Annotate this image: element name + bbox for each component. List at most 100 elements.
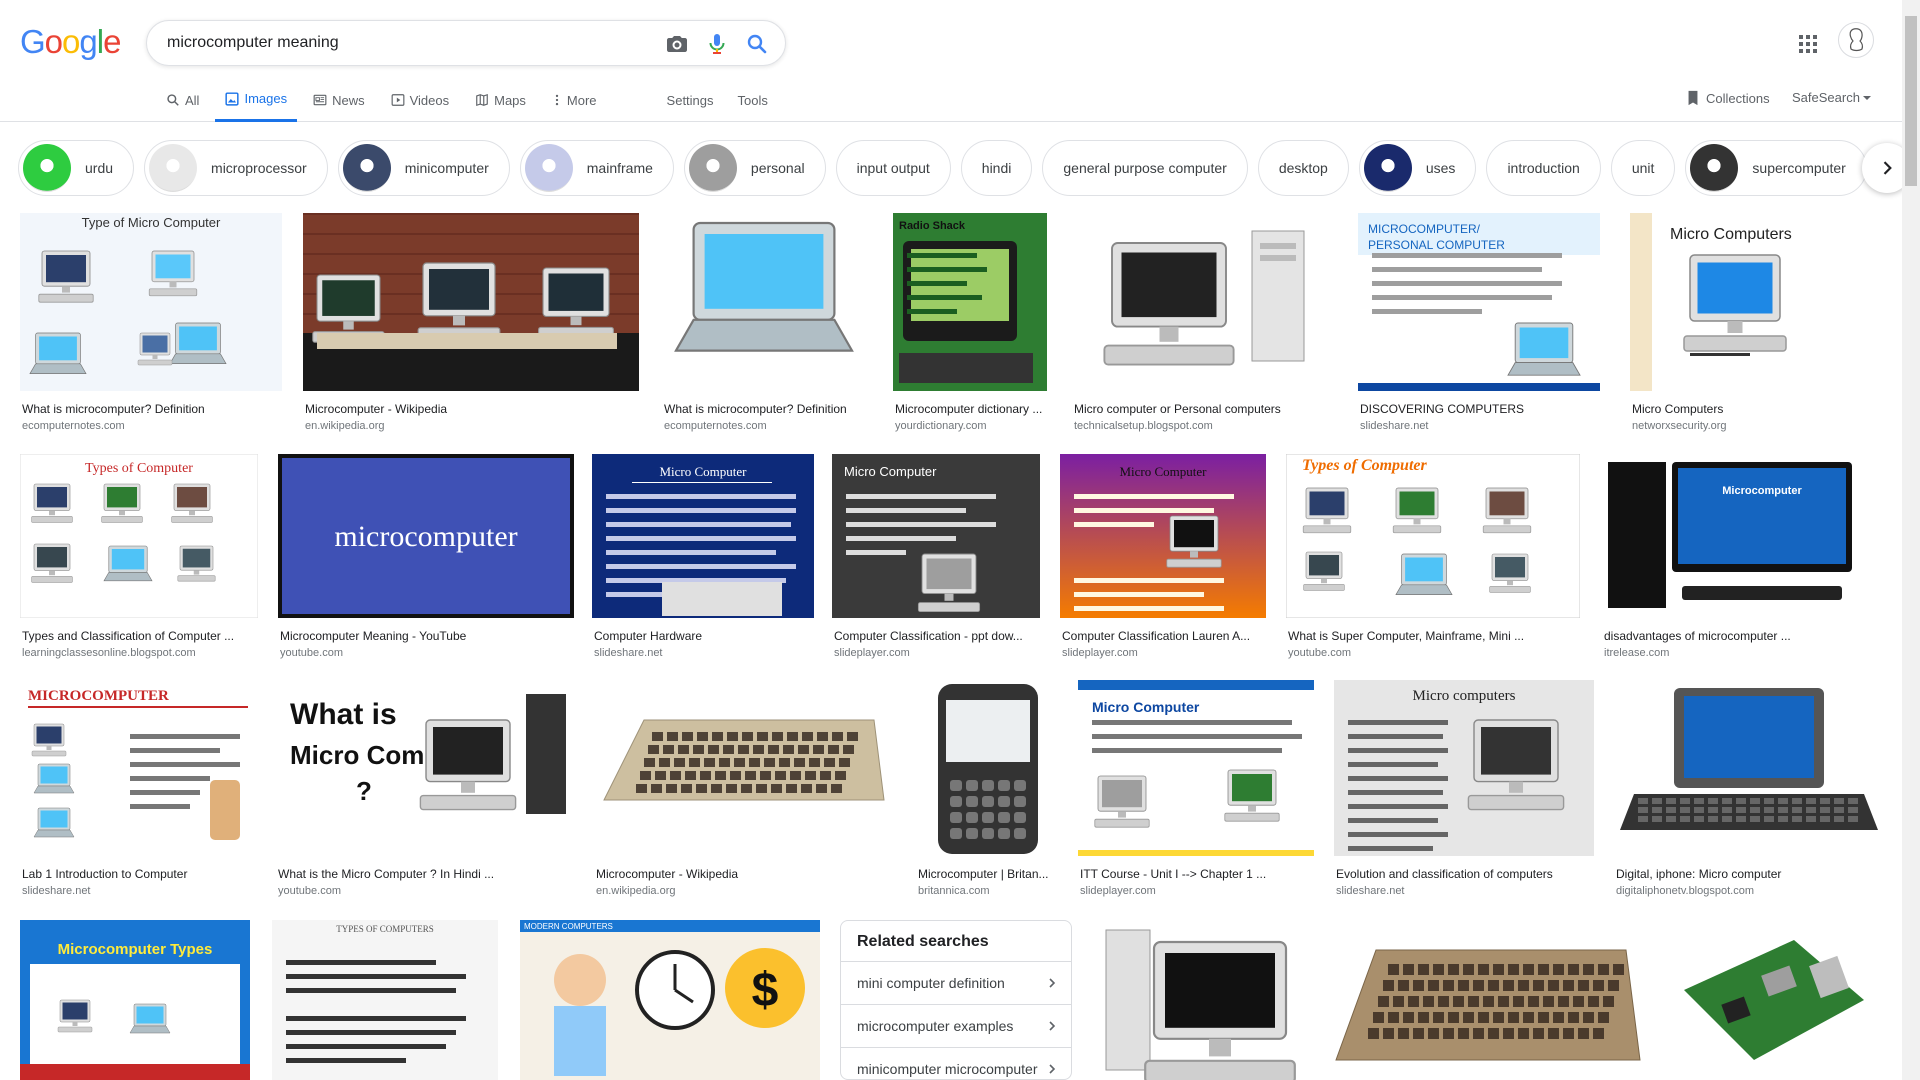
result-source[interactable]: slideshare.net: [1336, 884, 1405, 898]
chip-desktop[interactable]: desktop: [1257, 140, 1349, 196]
result-source[interactable]: learningclassesonline.blogspot.com: [22, 646, 196, 660]
image-thumbnail[interactable]: MODERN COMPUTERS $: [520, 920, 820, 1080]
result-source[interactable]: networxsecurity.org: [1632, 419, 1727, 433]
settings-link[interactable]: Settings: [667, 84, 714, 116]
related-search-item[interactable]: minicomputer microcomputer: [841, 1047, 1071, 1079]
search-input[interactable]: [167, 31, 627, 55]
result-source[interactable]: britannica.com: [918, 884, 990, 898]
result-title[interactable]: What is microcomputer? Definition: [664, 401, 868, 417]
image-thumbnail[interactable]: Micro Computers: [1630, 213, 1880, 391]
collections-link[interactable]: Collections: [1686, 90, 1770, 106]
result-title[interactable]: Microcomputer - Wikipedia: [305, 401, 637, 417]
result-title[interactable]: What is the Micro Computer ? In Hindi ..…: [278, 866, 572, 882]
image-thumbnail[interactable]: [1326, 920, 1644, 1080]
image-thumbnail[interactable]: [916, 680, 1060, 856]
result-title[interactable]: Types and Classification of Computer ...: [22, 628, 256, 644]
image-thumbnail[interactable]: Type of Micro Computer: [20, 213, 282, 391]
result-source[interactable]: slideshare.net: [22, 884, 91, 898]
result-title[interactable]: Microcomputer | Britan...: [918, 866, 1058, 882]
result-source[interactable]: slideshare.net: [594, 646, 663, 660]
image-thumbnail[interactable]: MICROCOMPUTER: [20, 680, 256, 856]
image-thumbnail[interactable]: [303, 213, 639, 391]
tab-images[interactable]: Images: [215, 84, 298, 122]
tab-news[interactable]: News: [313, 84, 365, 116]
tab-more[interactable]: More: [552, 84, 597, 116]
image-thumbnail[interactable]: [1094, 920, 1306, 1080]
chip-urdu[interactable]: urdu: [18, 140, 135, 196]
scrollbar-thumb[interactable]: [1905, 16, 1917, 186]
chip-introduction[interactable]: introduction: [1486, 140, 1601, 196]
avatar[interactable]: [1838, 22, 1874, 58]
image-thumbnail[interactable]: Micro Computer: [832, 454, 1040, 618]
chip-minicomputer[interactable]: minicomputer: [337, 140, 510, 196]
image-thumbnail[interactable]: Micro Computer: [592, 454, 814, 618]
result-title[interactable]: Digital, iphone: Micro computer: [1616, 866, 1878, 882]
google-logo[interactable]: Google: [20, 24, 121, 60]
page-scrollbar[interactable]: [1902, 0, 1920, 1080]
image-thumbnail[interactable]: Types of Computer: [20, 454, 258, 618]
chip-input-output[interactable]: input output: [835, 140, 951, 196]
result-title[interactable]: Micro computer or Personal computers: [1074, 401, 1332, 417]
tab-all[interactable]: All: [166, 84, 199, 116]
image-thumbnail[interactable]: [662, 213, 870, 391]
chip-general-purpose-computer[interactable]: general purpose computer: [1042, 140, 1248, 196]
image-thumbnail[interactable]: Types of Computer: [1286, 454, 1580, 618]
related-search-item[interactable]: microcomputer examples: [841, 1004, 1071, 1047]
image-thumbnail[interactable]: Radio Shack: [893, 213, 1047, 391]
result-title[interactable]: Microcomputer - Wikipedia: [596, 866, 892, 882]
chip-uses[interactable]: uses: [1358, 140, 1477, 196]
result-title[interactable]: What is Super Computer, Mainframe, Mini …: [1288, 628, 1578, 644]
result-source[interactable]: en.wikipedia.org: [596, 884, 676, 898]
image-thumbnail[interactable]: MICROCOMPUTER/PERSONAL COMPUTER: [1358, 213, 1600, 391]
image-thumbnail[interactable]: Microcomputer Types: [20, 920, 250, 1080]
result-source[interactable]: yourdictionary.com: [895, 419, 987, 433]
safesearch-dropdown[interactable]: SafeSearch: [1792, 90, 1872, 105]
tab-maps[interactable]: Maps: [475, 84, 526, 116]
image-thumbnail[interactable]: Micro Computer: [1078, 680, 1314, 856]
related-search-item[interactable]: mini computer definition: [841, 961, 1071, 1004]
tab-videos[interactable]: Videos: [391, 84, 449, 116]
chip-unit[interactable]: unit: [1610, 140, 1676, 196]
result-title[interactable]: Computer Hardware: [594, 628, 812, 644]
result-title[interactable]: Computer Classification - ppt dow...: [834, 628, 1038, 644]
result-source[interactable]: ecomputernotes.com: [664, 419, 767, 433]
result-source[interactable]: en.wikipedia.org: [305, 419, 385, 433]
image-thumbnail[interactable]: [1072, 213, 1334, 391]
result-source[interactable]: slideplayer.com: [1080, 884, 1156, 898]
image-thumbnail[interactable]: [1664, 920, 1880, 1080]
microphone-icon[interactable]: [705, 32, 729, 56]
result-title[interactable]: Micro Computers: [1632, 401, 1878, 417]
image-thumbnail[interactable]: [1614, 680, 1880, 856]
result-source[interactable]: youtube.com: [280, 646, 343, 660]
camera-icon[interactable]: [665, 32, 689, 56]
result-title[interactable]: disadvantages of microcomputer ...: [1604, 628, 1878, 644]
result-title[interactable]: Computer Classification Lauren A...: [1062, 628, 1264, 644]
apps-grid-icon[interactable]: [1796, 32, 1820, 56]
chip-microprocessor[interactable]: microprocessor: [144, 140, 328, 196]
result-title[interactable]: Microcomputer dictionary ...: [895, 401, 1045, 417]
tools-link[interactable]: Tools: [738, 84, 768, 116]
result-title[interactable]: DISCOVERING COMPUTERS: [1360, 401, 1598, 417]
chip-personal[interactable]: personal: [683, 140, 826, 196]
image-thumbnail[interactable]: [594, 680, 894, 856]
result-source[interactable]: digitaliphonetv.blogspot.com: [1616, 884, 1754, 898]
search-box[interactable]: [146, 20, 786, 66]
image-thumbnail[interactable]: Micro Computer: [1060, 454, 1266, 618]
image-thumbnail[interactable]: TYPES OF COMPUTERS: [272, 920, 498, 1080]
result-source[interactable]: slideplayer.com: [834, 646, 910, 660]
image-thumbnail[interactable]: microcomputer: [278, 454, 574, 618]
result-title[interactable]: Evolution and classification of computer…: [1336, 866, 1592, 882]
result-title[interactable]: What is microcomputer? Definition: [22, 401, 280, 417]
result-title[interactable]: Lab 1 Introduction to Computer: [22, 866, 254, 882]
result-source[interactable]: youtube.com: [278, 884, 341, 898]
chip-hindi[interactable]: hindi: [960, 140, 1033, 196]
result-title[interactable]: ITT Course - Unit I --> Chapter 1 ...: [1080, 866, 1312, 882]
image-thumbnail[interactable]: What is Micro Computer?: [276, 680, 574, 856]
result-title[interactable]: Microcomputer Meaning - YouTube: [280, 628, 572, 644]
image-thumbnail[interactable]: Micro computers: [1334, 680, 1594, 856]
image-thumbnail[interactable]: Microcomputer: [1602, 454, 1880, 618]
result-source[interactable]: slideplayer.com: [1062, 646, 1138, 660]
chip-supercomputer[interactable]: supercomputer: [1685, 140, 1867, 196]
chip-mainframe[interactable]: mainframe: [519, 140, 674, 196]
search-icon[interactable]: [745, 32, 769, 56]
